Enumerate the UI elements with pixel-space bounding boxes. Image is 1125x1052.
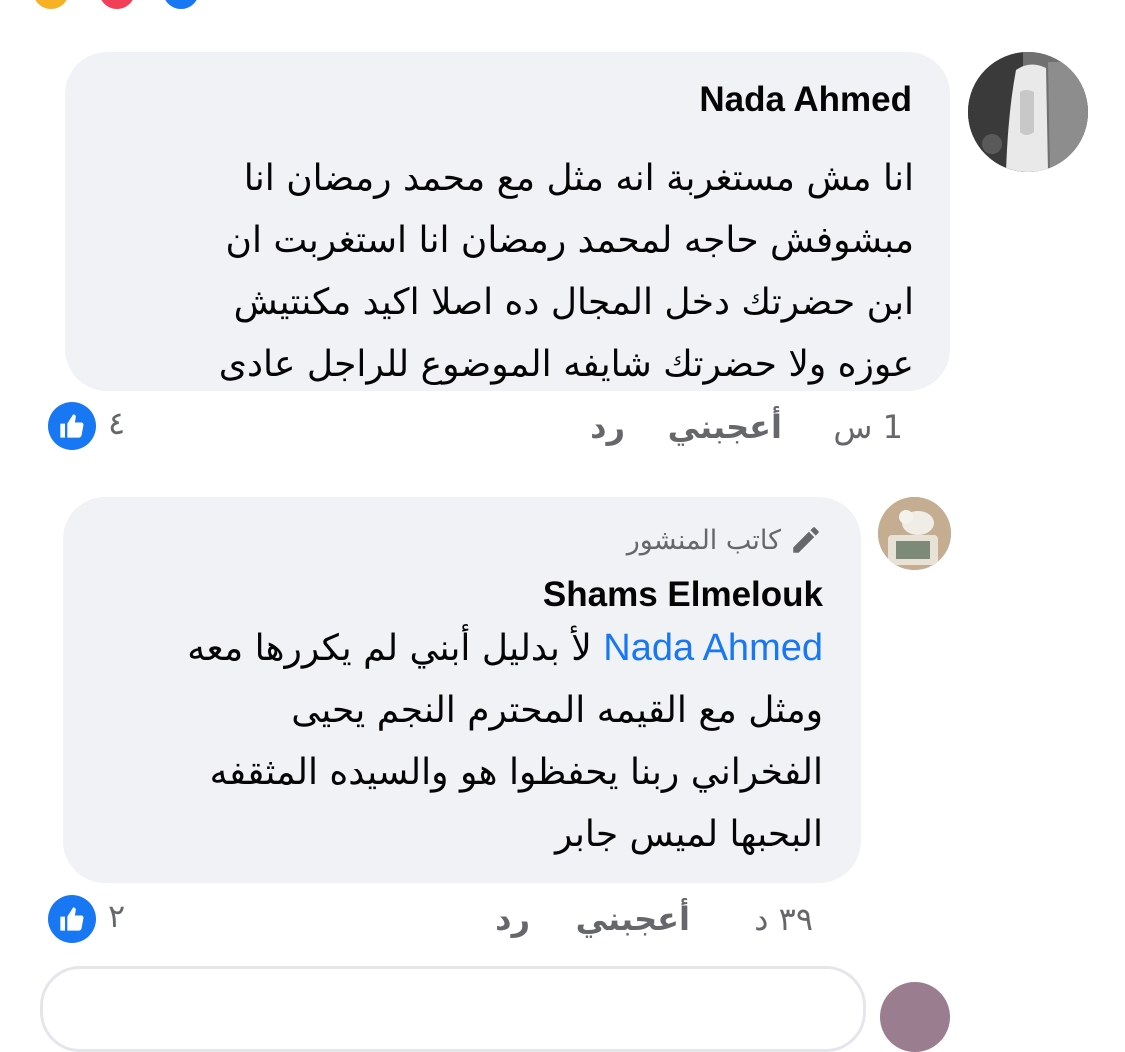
avatar-photo	[878, 497, 951, 570]
comment-text-line: مبشوفش حاجه لمحمد رمضان انا استغربت ان	[225, 220, 914, 261]
comment-text: انا مش مستغربة انه مثل مع محمد رمضان انا…	[94, 148, 914, 396]
reply-button[interactable]: رد	[495, 900, 530, 938]
comment-text-line: البحبها لميس جابر	[554, 814, 823, 855]
comment-text-line: Nada Ahmed لأ بدليل أبني لم يكررها معه	[63, 617, 823, 680]
comment-time[interactable]: ٣٩ د	[754, 900, 813, 938]
comment-actions: ٣٩ د أعجبني رد	[0, 900, 1125, 950]
comment-author[interactable]: Shams Elmelouk	[543, 575, 823, 615]
reaction-count[interactable]: ٤	[108, 404, 125, 442]
like-icon[interactable]	[48, 895, 96, 943]
avatar[interactable]	[880, 982, 950, 1052]
comment-actions: 1 س أعجبني رد	[0, 408, 1125, 458]
haha-reaction-icon	[30, 0, 72, 12]
pencil-icon	[793, 527, 819, 553]
comment-input[interactable]	[40, 966, 866, 1052]
like-icon[interactable]	[48, 402, 96, 450]
comment-text-segment: لأ بدليل أبني لم يكررها معه	[187, 628, 592, 669]
comment-text-line: الفخراني ربنا يحفظوا هو والسيده المثقفه	[209, 752, 823, 793]
comment-time[interactable]: 1 س	[833, 408, 903, 446]
avatar-photo	[968, 52, 1088, 172]
like-reaction-icon	[160, 0, 202, 12]
author-badge: كاتب المنشور	[627, 523, 823, 557]
comment-text-line: ومثل مع القيمه المحترم النجم يحيى	[291, 690, 823, 731]
avatar[interactable]	[968, 52, 1088, 172]
reaction-count[interactable]: ٢	[108, 897, 125, 935]
previous-reactions	[30, 0, 202, 12]
comment-text-line: انا مش مستغربة انه مثل مع محمد رمضان انا	[243, 158, 914, 199]
comment-bubble: كاتب المنشور Shams Elmelouk Nada Ahmed ل…	[63, 497, 861, 883]
avatar[interactable]	[878, 497, 951, 570]
comment-text-line: ابن حضرتك دخل المجال ده اصلا اكيد مكنتيش	[233, 282, 914, 323]
comment-text: Nada Ahmed لأ بدليل أبني لم يكررها معه و…	[63, 617, 823, 866]
mention-link[interactable]: Nada Ahmed	[603, 627, 823, 669]
comment-text-line: عوزه ولا حضرتك شايفه الموضوع للراجل عادى	[218, 344, 914, 385]
like-button[interactable]: أعجبني	[668, 408, 782, 446]
comment-bubble: Nada Ahmed انا مش مستغربة انه مثل مع محم…	[65, 52, 950, 391]
love-reaction-icon	[96, 0, 138, 12]
like-button[interactable]: أعجبني	[576, 900, 690, 938]
author-badge-label: كاتب المنشور	[626, 524, 781, 556]
reply-button[interactable]: رد	[590, 408, 625, 446]
comment-author[interactable]: Nada Ahmed	[699, 80, 912, 120]
